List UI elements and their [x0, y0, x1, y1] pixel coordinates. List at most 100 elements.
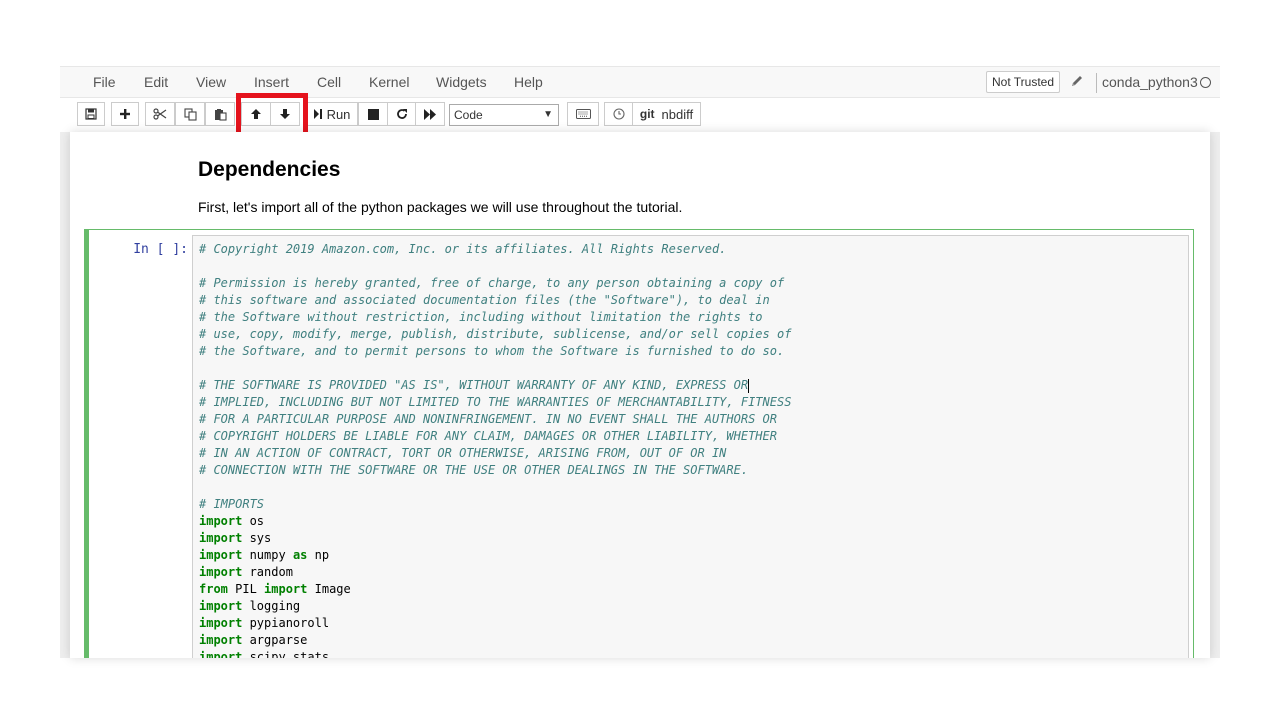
kernel-name[interactable]: conda_python3 — [1102, 74, 1198, 90]
code-line: # THE SOFTWARE IS PROVIDED "AS IS", WITH… — [199, 377, 791, 394]
code-lines: # Copyright 2019 Amazon.com, Inc. or its… — [199, 241, 791, 658]
code-line: # the Software, and to permit persons to… — [199, 343, 791, 360]
input-prompt: In [ ]: — [133, 242, 188, 257]
code-comment: # CONNECTION WITH THE SOFTWARE OR THE US… — [199, 463, 749, 477]
execute-time-button[interactable] — [604, 102, 633, 126]
code-keyword: import — [199, 548, 243, 562]
code-line: # Permission is hereby granted, free of … — [199, 275, 791, 292]
code-line: import pypianoroll — [199, 615, 791, 632]
interrupt-button[interactable] — [358, 102, 388, 126]
code-token: numpy — [242, 548, 293, 562]
code-line: import argparse — [199, 632, 791, 649]
save-icon — [85, 108, 97, 120]
code-token: sys — [242, 531, 272, 545]
code-line: import random — [199, 564, 791, 581]
code-line: # the Software without restriction, incl… — [199, 309, 791, 326]
menu-view[interactable]: View — [196, 74, 226, 90]
plus-icon — [119, 108, 131, 120]
paste-icon — [214, 108, 227, 121]
pencil-icon[interactable] — [1070, 73, 1084, 89]
move-down-button[interactable] — [270, 102, 300, 126]
code-comment: # IMPORTS — [199, 497, 265, 511]
code-line: # use, copy, modify, merge, publish, dis… — [199, 326, 791, 343]
menu-kernel[interactable]: Kernel — [369, 74, 409, 90]
code-line: # COPYRIGHT HOLDERS BE LIABLE FOR ANY CL… — [199, 428, 791, 445]
run-label: Run — [326, 106, 351, 122]
scissors-icon — [153, 108, 167, 120]
markdown-paragraph: First, let's import all of the python pa… — [198, 199, 683, 215]
code-token: np — [307, 548, 330, 562]
code-comment: # Permission is hereby granted, free of … — [199, 276, 785, 290]
menubar: File Edit View Insert Cell Kernel Widget… — [60, 66, 1220, 98]
code-keyword: import — [199, 531, 243, 545]
nbdiff-label: nbdiff — [661, 106, 694, 122]
run-button[interactable]: Run — [306, 102, 358, 126]
nbdiff-button[interactable]: git nbdiff — [632, 102, 701, 126]
code-editor[interactable]: # Copyright 2019 Amazon.com, Inc. or its… — [192, 235, 1189, 658]
code-comment: # IMPLIED, INCLUDING BUT NOT LIMITED TO … — [199, 395, 792, 409]
insert-cell-button[interactable] — [111, 102, 139, 126]
stop-icon — [367, 108, 379, 120]
code-keyword: import — [199, 565, 243, 579]
keyboard-icon — [575, 109, 591, 119]
text-cursor — [748, 378, 750, 393]
menu-edit[interactable]: Edit — [144, 74, 168, 90]
code-line: from PIL import Image — [199, 581, 791, 598]
code-comment: # this software and associated documenta… — [199, 293, 770, 307]
menu-file[interactable]: File — [93, 74, 116, 90]
code-line: # IMPLIED, INCLUDING BUT NOT LIMITED TO … — [199, 394, 791, 411]
code-comment: # FOR A PARTICULAR PURPOSE AND NONINFRIN… — [199, 412, 777, 426]
restart-run-all-button[interactable] — [415, 102, 445, 126]
code-keyword: as — [292, 548, 308, 562]
code-comment: # Copyright 2019 Amazon.com, Inc. or its… — [199, 242, 727, 256]
code-token: Image — [307, 582, 351, 596]
code-token: random — [242, 565, 293, 579]
menu-cell[interactable]: Cell — [317, 74, 341, 90]
cell-type-value: Code — [454, 108, 483, 122]
code-keyword: import — [199, 599, 243, 613]
code-line: import sys — [199, 530, 791, 547]
code-line: # IMPORTS — [199, 496, 791, 513]
code-line: # Copyright 2019 Amazon.com, Inc. or its… — [199, 241, 791, 258]
cut-button[interactable] — [145, 102, 175, 126]
copy-icon — [183, 107, 197, 121]
menu-insert[interactable]: Insert — [254, 74, 289, 90]
menu-widgets[interactable]: Widgets — [436, 74, 487, 90]
cell-type-select[interactable]: Code ▼ — [449, 104, 559, 126]
code-line: # IN AN ACTION OF CONTRACT, TORT OR OTHE… — [199, 445, 791, 462]
kernel-idle-indicator-icon — [1200, 77, 1211, 88]
restart-kernel-button[interactable] — [387, 102, 417, 126]
trust-status-button[interactable]: Not Trusted — [986, 71, 1061, 93]
restart-icon — [396, 108, 408, 120]
arrow-up-icon — [250, 108, 262, 120]
paste-button[interactable] — [205, 102, 235, 126]
save-button[interactable] — [77, 102, 105, 126]
code-token: argparse — [242, 633, 308, 647]
code-comment: # IN AN ACTION OF CONTRACT, TORT OR OTHE… — [199, 446, 727, 460]
fast-forward-icon — [423, 108, 437, 120]
code-comment: # COPYRIGHT HOLDERS BE LIABLE FOR ANY CL… — [199, 429, 777, 443]
code-comment: # THE SOFTWARE IS PROVIDED "AS IS", WITH… — [199, 378, 749, 392]
menu-help[interactable]: Help — [514, 74, 543, 90]
code-line: import os — [199, 513, 791, 530]
code-comment: # use, copy, modify, merge, publish, dis… — [199, 327, 792, 341]
move-up-button[interactable] — [241, 102, 271, 126]
kernel-divider — [1096, 73, 1097, 93]
code-comment: # the Software without restriction, incl… — [199, 310, 763, 324]
code-keyword: import — [199, 633, 243, 647]
code-line: import numpy as np — [199, 547, 791, 564]
code-token: os — [242, 514, 265, 528]
dropdown-arrow-icon: ▼ — [543, 109, 553, 120]
code-line: import logging — [199, 598, 791, 615]
clock-icon — [612, 108, 625, 120]
code-keyword: import — [199, 650, 243, 658]
code-keyword: import — [264, 582, 308, 596]
code-token: PIL — [227, 582, 265, 596]
code-line: # CONNECTION WITH THE SOFTWARE OR THE US… — [199, 462, 791, 479]
command-palette-button[interactable] — [567, 102, 599, 126]
code-token: pypianoroll — [242, 616, 330, 630]
code-keyword: import — [199, 616, 243, 630]
copy-button[interactable] — [175, 102, 205, 126]
